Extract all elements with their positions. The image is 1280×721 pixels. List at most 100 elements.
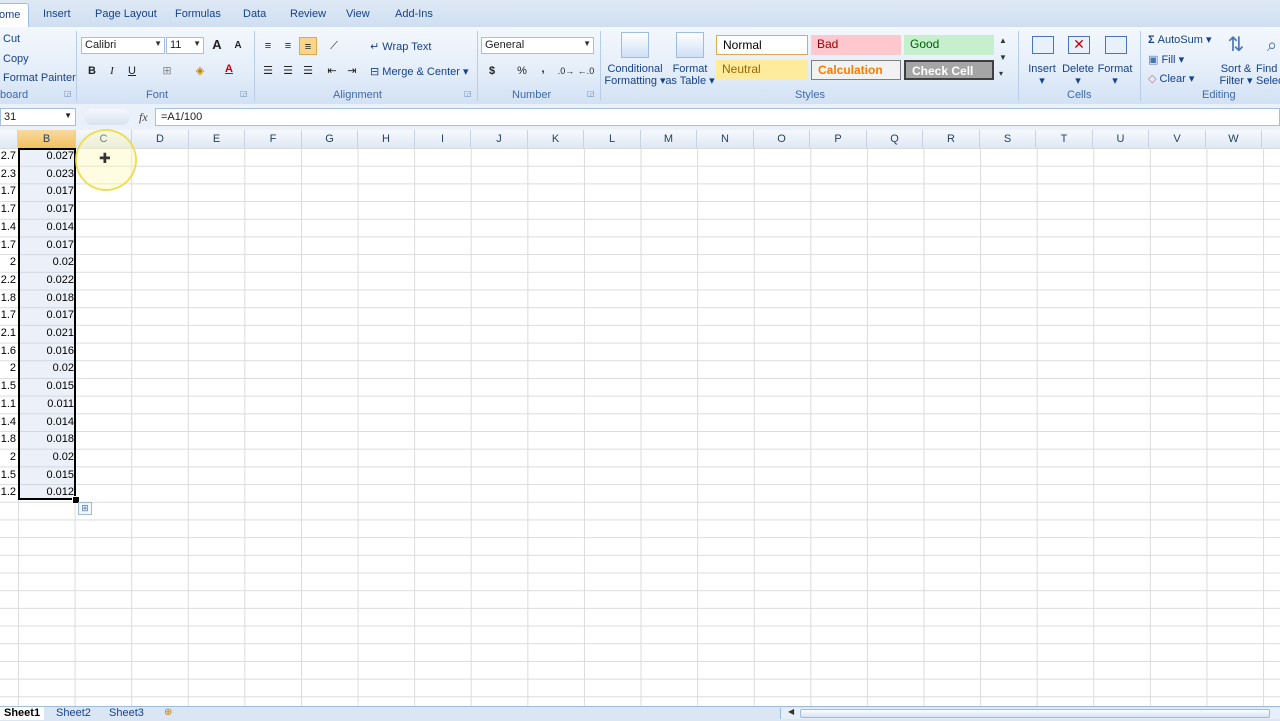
comma-button[interactable]: , xyxy=(534,60,552,78)
column-header-h[interactable]: H xyxy=(358,130,415,148)
cell-a-value[interactable]: 1.1 xyxy=(0,396,18,413)
cell-b-value[interactable]: 0.02 xyxy=(18,360,76,377)
format-as-table-button[interactable]: Format as Table ▾ xyxy=(664,63,716,87)
cell-a-value[interactable]: 2.3 xyxy=(0,166,18,183)
cell-a-value[interactable]: 2.1 xyxy=(0,325,18,342)
insert-sheet-icon[interactable]: ⊕ xyxy=(164,707,172,718)
cell-b-value[interactable]: 0.017 xyxy=(18,307,76,324)
style-calculation[interactable]: Calculation xyxy=(811,60,901,80)
cell-b-value[interactable]: 0.02 xyxy=(18,254,76,271)
cell-b-value[interactable]: 0.015 xyxy=(18,378,76,395)
tab-formulas[interactable]: Formulas xyxy=(175,8,221,20)
format-cells-button[interactable]: Format ▾ xyxy=(1095,63,1135,87)
conditional-formatting-button[interactable]: Conditional Formatting ▾ xyxy=(604,63,666,87)
decrease-indent-icon[interactable]: ⇤ xyxy=(323,62,341,80)
cell-a-value[interactable]: 1.4 xyxy=(0,414,18,431)
tab-insert[interactable]: Insert xyxy=(43,8,71,20)
cell-b-value[interactable]: 0.018 xyxy=(18,431,76,448)
column-header-r[interactable]: R xyxy=(923,130,980,148)
name-box[interactable]: 31 ▼ xyxy=(0,108,76,126)
tab-view[interactable]: View xyxy=(346,8,370,20)
delete-cells-button[interactable]: Delete ▾ xyxy=(1058,63,1098,87)
currency-button[interactable]: $ xyxy=(483,62,501,80)
cell-a-value[interactable]: 2.2 xyxy=(0,272,18,289)
sheet-tab-3[interactable]: Sheet3 xyxy=(105,707,148,720)
shrink-font-button[interactable]: A xyxy=(229,37,247,55)
align-top-icon[interactable]: ≡ xyxy=(259,37,277,55)
formula-input[interactable]: =A1/100 xyxy=(155,108,1280,126)
cell-b-value[interactable]: 0.016 xyxy=(18,343,76,360)
tab-home[interactable]: ome xyxy=(0,3,30,27)
cut-button[interactable]: Cut xyxy=(3,33,20,45)
formula-bar-splitter[interactable] xyxy=(84,109,130,125)
column-header-m[interactable]: M xyxy=(641,130,697,148)
style-normal[interactable]: Normal xyxy=(716,35,808,55)
cell-grid[interactable] xyxy=(0,148,1280,706)
format-painter-button[interactable]: Format Painter xyxy=(3,72,76,84)
cell-a-value[interactable]: 1.6 xyxy=(0,343,18,360)
clipboard-launcher-icon[interactable]: ◲ xyxy=(64,89,72,98)
styles-scroll-down-icon[interactable]: ▼ xyxy=(999,53,1007,62)
align-middle-icon[interactable]: ≡ xyxy=(279,37,297,55)
column-header-i[interactable]: I xyxy=(415,130,471,148)
cell-b-value[interactable]: 0.017 xyxy=(18,183,76,200)
copy-button[interactable]: Copy xyxy=(3,53,29,65)
merge-center-button[interactable]: ⊟ Merge & Center ▾ xyxy=(370,65,469,78)
cell-b-value[interactable]: 0.023 xyxy=(18,166,76,183)
cell-b-value[interactable]: 0.015 xyxy=(18,467,76,484)
tab-page-layout[interactable]: Page Layout xyxy=(95,8,157,20)
align-right-icon[interactable]: ☰ xyxy=(299,62,317,80)
cell-b-value[interactable]: 0.017 xyxy=(18,237,76,254)
column-header-k[interactable]: K xyxy=(528,130,584,148)
cell-a-value[interactable]: 1.7 xyxy=(0,183,18,200)
wrap-text-button[interactable]: ↵ Wrap Text xyxy=(370,40,431,53)
tab-data[interactable]: Data xyxy=(243,8,266,20)
cell-a-value[interactable]: 2 xyxy=(0,360,18,377)
horizontal-scroll-thumb[interactable] xyxy=(800,709,1270,718)
orientation-icon[interactable]: ⟋ xyxy=(325,37,343,55)
autosum-button[interactable]: Σ AutoSum ▾ xyxy=(1148,33,1212,46)
font-launcher-icon[interactable]: ◲ xyxy=(240,89,248,98)
cell-a-value[interactable]: 1.7 xyxy=(0,237,18,254)
align-left-icon[interactable]: ☰ xyxy=(259,62,277,80)
fill-color-icon[interactable]: ◈ xyxy=(191,62,209,80)
column-header-u[interactable]: U xyxy=(1093,130,1149,148)
bold-button[interactable]: B xyxy=(83,62,101,80)
sort-filter-button[interactable]: Sort & Filter ▾ xyxy=(1214,63,1258,87)
align-bottom-icon[interactable]: ≡ xyxy=(299,37,317,55)
cell-a-value[interactable]: 1.5 xyxy=(0,467,18,484)
column-header-j[interactable]: J xyxy=(471,130,528,148)
clear-button[interactable]: ◇ Clear ▾ xyxy=(1148,72,1194,85)
cell-b-value[interactable]: 0.018 xyxy=(18,290,76,307)
find-select-button[interactable]: FindSelec xyxy=(1256,63,1280,87)
cell-b-value[interactable]: 0.011 xyxy=(18,396,76,413)
sheet-tab-2[interactable]: Sheet2 xyxy=(52,707,95,720)
column-header-p[interactable]: P xyxy=(810,130,867,148)
increase-indent-icon[interactable]: ⇥ xyxy=(343,62,361,80)
number-launcher-icon[interactable]: ◲ xyxy=(587,89,595,98)
cell-a-value[interactable]: 2 xyxy=(0,449,18,466)
cell-a-value[interactable]: 2.7 xyxy=(0,148,18,165)
cell-b-value[interactable]: 0.012 xyxy=(18,484,76,501)
font-name-combo[interactable]: Calibri ▼ xyxy=(81,37,165,54)
column-header-f[interactable]: F xyxy=(245,130,302,148)
decrease-decimal-icon[interactable]: ←.0 xyxy=(577,62,595,80)
cell-a-value[interactable]: 1.7 xyxy=(0,307,18,324)
style-bad[interactable]: Bad xyxy=(811,35,901,55)
auto-fill-options-icon[interactable]: ⊞ xyxy=(78,502,92,515)
column-header-o[interactable]: O xyxy=(754,130,810,148)
borders-icon[interactable]: ⊞ xyxy=(158,62,176,80)
cell-a-value[interactable]: 1.5 xyxy=(0,378,18,395)
cell-b-value[interactable]: 0.021 xyxy=(18,325,76,342)
cell-b-value[interactable]: 0.027 xyxy=(18,148,76,165)
tab-review[interactable]: Review xyxy=(290,8,326,20)
font-color-button[interactable]: A xyxy=(220,60,238,78)
cell-a-value[interactable]: 1.4 xyxy=(0,219,18,236)
column-header-a-partial[interactable] xyxy=(0,130,18,148)
column-header-q[interactable]: Q xyxy=(867,130,923,148)
number-format-combo[interactable]: General ▼ xyxy=(481,37,594,54)
align-center-icon[interactable]: ☰ xyxy=(279,62,297,80)
font-size-combo[interactable]: 11 ▼ xyxy=(166,37,204,54)
cell-a-value[interactable]: 2 xyxy=(0,254,18,271)
styles-more-icon[interactable]: ▾ xyxy=(999,69,1003,78)
